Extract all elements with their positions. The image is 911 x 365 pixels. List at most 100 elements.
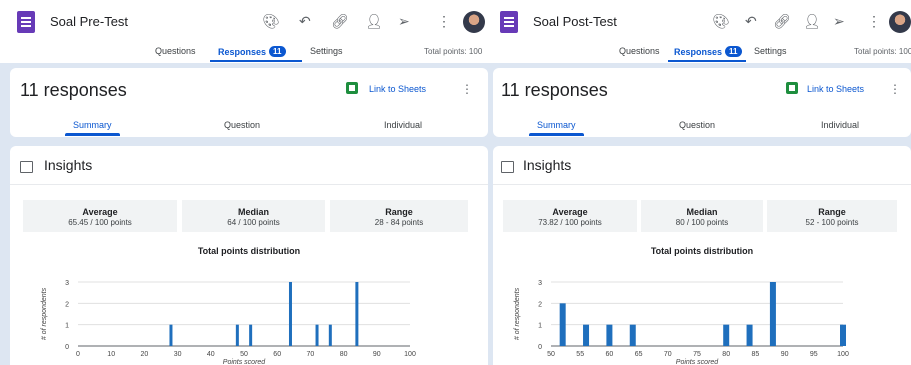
send-icon[interactable]: ➢ (398, 12, 410, 30)
bar (288, 282, 292, 346)
subtab-underline (65, 133, 120, 136)
total-points: Total points: 100 (424, 47, 483, 56)
subtab-summary[interactable]: Summary (537, 120, 576, 130)
tab-responses[interactable]: Responses 11 (218, 46, 286, 57)
bar (328, 324, 332, 346)
palette-icon[interactable]: 🎨︎ (712, 12, 730, 30)
subtab-underline (529, 133, 584, 136)
responses-title: 11 responses (501, 80, 608, 100)
sheets-icon[interactable] (346, 82, 358, 94)
x-tick-label: 30 (174, 351, 182, 358)
points-distribution-chart: 0 1 2 3 50 55 60 65 70 75 80 85 90 95 100 Points scored… (514, 280, 849, 365)
x-tick-label: 50 (547, 351, 555, 358)
insights-icon (20, 161, 33, 173)
x-tick-label: 40 (207, 351, 215, 358)
stat-value: 64 / 100 points (227, 218, 280, 227)
y-tick-label: 2 (538, 301, 542, 308)
divider (493, 184, 911, 185)
tab-questions[interactable]: Questions (155, 46, 196, 56)
form-tabs: Questions Responses 11 Settings Total poi… (0, 43, 491, 63)
more-vert-icon[interactable]: ⋮ (867, 12, 881, 30)
palette-icon[interactable]: 🎨︎ (262, 12, 280, 30)
send-icon[interactable]: ➢ (833, 12, 845, 30)
stat-value: 28 - 84 points (374, 218, 424, 227)
y-tick-label: 3 (65, 280, 69, 287)
forms-icon[interactable] (500, 11, 518, 33)
y-tick-label: 3 (538, 280, 542, 287)
stat-label: Median (686, 207, 718, 217)
link-to-sheets-button[interactable]: Link to Sheets (807, 84, 864, 94)
y-tick-label: 0 (65, 344, 69, 351)
x-axis-label: Points scored (676, 359, 720, 365)
avatar[interactable] (463, 11, 485, 33)
x-tick-label: 95 (810, 351, 818, 358)
more-vert-icon[interactable]: ⋮ (461, 82, 473, 96)
link-to-sheets-button[interactable]: Link to Sheets (369, 84, 426, 94)
x-tick-label: 70 (664, 351, 672, 358)
more-vert-icon[interactable]: ⋮ (889, 82, 901, 96)
subtab-individual[interactable]: Individual (821, 120, 859, 130)
avatar[interactable] (889, 11, 911, 33)
sheets-icon[interactable] (786, 82, 798, 94)
x-tick-label: 100 (837, 351, 849, 358)
x-tick-label: 80 (340, 351, 348, 358)
bar (723, 324, 730, 346)
y-axis-label: # of respondents (514, 287, 521, 340)
subtab-summary[interactable]: Summary (73, 120, 112, 130)
bar (606, 324, 613, 346)
bar (249, 324, 253, 346)
subtab-individual[interactable]: Individual (384, 120, 422, 130)
bar (169, 324, 173, 346)
y-tick-label: 2 (65, 301, 69, 308)
x-tick-label: 90 (373, 351, 381, 358)
x-tick-label: 0 (76, 351, 80, 358)
responses-header-card: 11 responses Link to Sheets ⋮ Summary Qu… (10, 68, 488, 137)
x-tick-label: 90 (781, 351, 789, 358)
tab-settings[interactable]: Settings (310, 46, 343, 56)
subtab-question[interactable]: Question (224, 120, 260, 130)
add-collaborator-icon[interactable]: 👤︎ (365, 12, 383, 30)
points-distribution-chart: 01230 10 20 30 40 50 60 70 80 90 100Points scored#… (41, 280, 416, 365)
responses-title: 11 responses (20, 80, 127, 100)
undo-icon[interactable]: ↶ (299, 12, 311, 30)
tab-underline (210, 60, 302, 62)
x-tick-label: 100 (404, 351, 416, 358)
x-tick-label: 80 (722, 351, 730, 358)
y-tick-label: 1 (65, 323, 69, 330)
form-title[interactable]: Soal Pre-Test (50, 14, 128, 29)
forms-icon[interactable] (17, 11, 35, 33)
chart-title: Total points distribution (197, 246, 301, 256)
total-points: Total points: 100 (854, 47, 911, 56)
stat-label: Average (82, 207, 118, 217)
x-tick-label: 65 (635, 351, 643, 358)
y-axis-label: # of respondents (41, 287, 48, 340)
stat-value: 80 / 100 points (675, 218, 729, 227)
subtab-question[interactable]: Question (679, 120, 715, 130)
x-axis-label: Points scored (223, 359, 267, 365)
stat-average: Average 65.45 / 100 points (23, 200, 177, 232)
tab-responses[interactable]: Responses 11 (674, 46, 742, 57)
bar (769, 282, 776, 346)
insights-card: Insights Average 65.45 / 100 points Media… (10, 146, 488, 365)
bar (840, 324, 846, 346)
tab-responses-label: Responses (218, 47, 267, 57)
undo-icon[interactable]: ↶ (745, 12, 757, 30)
stat-value: 52 - 100 points (805, 218, 859, 227)
x-tick-label: 70 (307, 351, 315, 358)
form-title[interactable]: Soal Post-Test (533, 14, 617, 29)
more-vert-icon[interactable]: ⋮ (437, 12, 451, 30)
insights-title: Insights (523, 157, 572, 173)
bar (559, 303, 566, 346)
responses-count-badge: 11 (725, 46, 742, 57)
bar (315, 324, 319, 346)
link-icon[interactable]: 🔗︎ (773, 12, 791, 30)
add-collaborator-icon[interactable]: 👤︎ (803, 12, 821, 30)
stat-range: Range 28 - 84 points (330, 200, 468, 232)
tab-questions[interactable]: Questions (619, 46, 660, 56)
stat-label: Range (385, 207, 413, 217)
bar (235, 324, 239, 346)
tab-settings[interactable]: Settings (754, 46, 787, 56)
y-tick-label: 1 (538, 323, 542, 330)
link-icon[interactable]: 🔗︎ (331, 12, 349, 30)
x-tick-label: 60 (273, 351, 281, 358)
